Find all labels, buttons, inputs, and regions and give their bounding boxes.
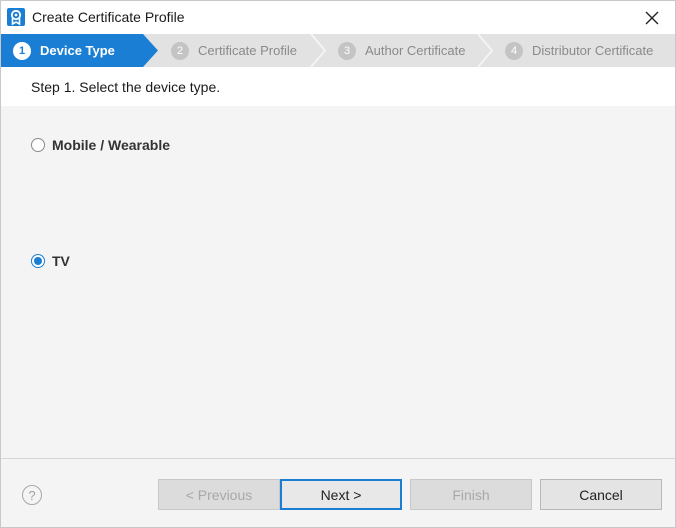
- step-distributor-certificate[interactable]: 4 Distributor Certificate: [505, 34, 653, 67]
- close-icon: [645, 11, 659, 24]
- radio-label: TV: [52, 253, 70, 269]
- step-device-type[interactable]: 1 Device Type: [13, 34, 115, 67]
- help-button[interactable]: ?: [22, 485, 42, 505]
- radio-button[interactable]: [31, 138, 45, 152]
- step-number: 4: [505, 41, 523, 60]
- step-certificate-profile[interactable]: 2 Certificate Profile: [171, 34, 297, 67]
- step-label: Distributor Certificate: [532, 43, 654, 58]
- step-label: Certificate Profile: [198, 43, 297, 58]
- radio-tv[interactable]: TV: [31, 253, 70, 269]
- step-number: 3: [338, 41, 356, 60]
- radio-label: Mobile / Wearable: [52, 137, 170, 153]
- wizard-stepper: 1 Device Type 2 Certificate Profile 3 Au…: [1, 34, 675, 67]
- step-label: Author Certificate: [365, 43, 466, 58]
- instruction-bar: Step 1. Select the device type.: [1, 67, 675, 106]
- step-number: 2: [171, 41, 189, 60]
- next-button[interactable]: Next >: [280, 479, 402, 510]
- previous-button[interactable]: < Previous: [158, 479, 280, 510]
- title-bar: Create Certificate Profile: [1, 1, 675, 34]
- finish-button[interactable]: Finish: [410, 479, 532, 510]
- help-icon: ?: [28, 487, 36, 503]
- step-number: 1: [13, 41, 31, 60]
- cancel-button[interactable]: Cancel: [540, 479, 662, 510]
- dialog-footer: ? < Previous Next > Finish Cancel: [1, 458, 675, 527]
- radio-button[interactable]: [31, 254, 45, 268]
- dialog-window: Create Certificate Profile 1 Device Type…: [0, 0, 676, 528]
- certificate-app-icon: [7, 8, 25, 26]
- close-button[interactable]: [629, 1, 675, 34]
- instruction-text: Step 1. Select the device type.: [31, 79, 221, 95]
- step-author-certificate[interactable]: 3 Author Certificate: [338, 34, 465, 67]
- step-label: Device Type: [40, 43, 115, 58]
- window-title: Create Certificate Profile: [32, 9, 185, 25]
- radio-mobile-wearable[interactable]: Mobile / Wearable: [31, 137, 170, 153]
- device-type-panel: Mobile / Wearable TV: [1, 106, 675, 458]
